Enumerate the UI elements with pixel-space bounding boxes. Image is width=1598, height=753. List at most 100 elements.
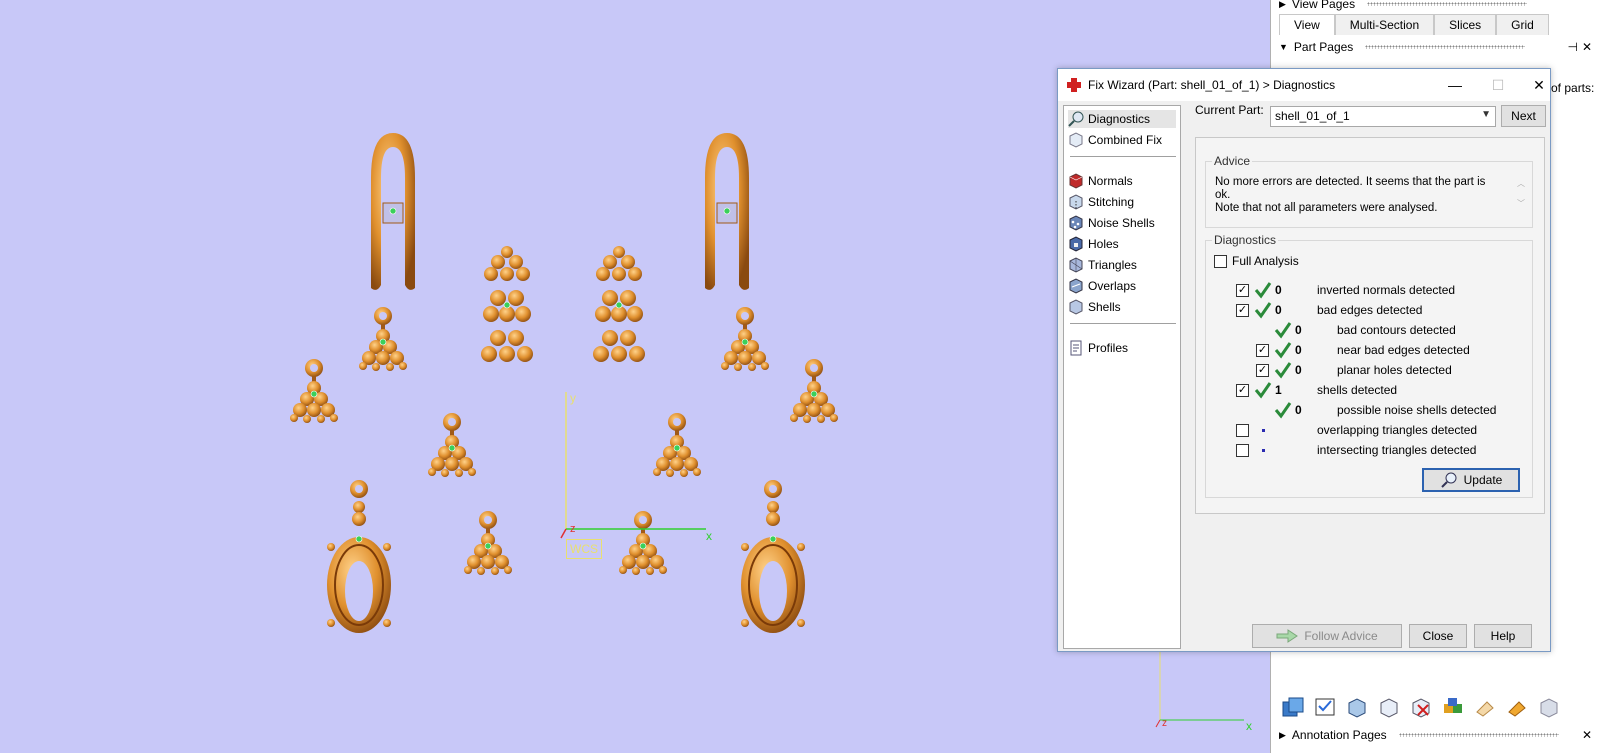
annotation-icon[interactable] — [1471, 694, 1499, 720]
grip-dots — [1365, 45, 1526, 49]
nav-stitching[interactable]: Stitching — [1068, 193, 1134, 211]
checklist-icon[interactable] — [1311, 694, 1339, 720]
full-analysis-label: Full Analysis — [1232, 254, 1299, 268]
pendant-part[interactable] — [789, 358, 839, 424]
cluster-part-right[interactable] — [592, 245, 646, 363]
tab-view[interactable]: View — [1279, 14, 1335, 35]
pendant-part[interactable] — [720, 306, 770, 372]
nav-shells[interactable]: Shells — [1068, 298, 1121, 316]
bad-edges-checkbox[interactable]: ✓ — [1236, 304, 1249, 317]
nav-normals[interactable]: Normals — [1068, 172, 1133, 190]
shells-checkbox[interactable]: ✓ — [1236, 384, 1249, 397]
chevron-down-icon: ▼ — [1481, 109, 1491, 120]
annotation-pages-header[interactable]: ▶ Annotation Pages — [1279, 726, 1559, 744]
fix-wizard-dialog: Fix Wizard (Part: shell_01_of_1) > Diagn… — [1057, 68, 1551, 652]
pendant-part[interactable] — [618, 510, 668, 576]
view-pages-header[interactable]: ▶ View Pages — [1279, 0, 1528, 13]
next-button[interactable]: Next — [1501, 105, 1546, 127]
part-pages-header[interactable]: ▼ Part Pages — [1279, 38, 1526, 56]
noise-shells-count: 0 — [1295, 403, 1302, 417]
planar-holes-label: planar holes detected — [1337, 363, 1452, 377]
close-icon[interactable]: ✕ — [1582, 40, 1592, 54]
bail-part-right[interactable] — [704, 132, 750, 291]
check-ok-icon — [1254, 382, 1272, 399]
dialog-title: Fix Wizard (Part: shell_01_of_1) > Diagn… — [1088, 78, 1336, 92]
close-button[interactable]: Close — [1409, 624, 1467, 648]
overlaps-icon — [1069, 278, 1083, 294]
advice-title: Advice — [1212, 154, 1253, 168]
nav-overlaps[interactable]: Overlaps — [1068, 277, 1136, 295]
close-window-button[interactable]: ✕ — [1524, 75, 1554, 95]
nav-triangles[interactable]: Triangles — [1068, 256, 1137, 274]
profiles-icon — [1070, 340, 1082, 356]
nav-diagnostics[interactable]: Diagnostics — [1068, 110, 1176, 128]
grip-dots — [1398, 733, 1559, 737]
pending-dot-icon — [1262, 429, 1265, 432]
maximize-button[interactable]: ☐ — [1483, 75, 1513, 95]
near-bad-edges-checkbox[interactable]: ✓ — [1256, 344, 1269, 357]
diagnostics-panel: Advice No more errors are detected. It s… — [1195, 137, 1545, 514]
tab-grid[interactable]: Grid — [1496, 14, 1549, 35]
bad-contours-label: bad contours detected — [1337, 323, 1456, 337]
pendant-part[interactable] — [289, 358, 339, 424]
planar-holes-checkbox[interactable]: ✓ — [1256, 364, 1269, 377]
pendant-part[interactable] — [652, 412, 702, 478]
oval-part-right[interactable] — [740, 479, 806, 634]
dialog-titlebar[interactable]: Fix Wizard (Part: shell_01_of_1) > Diagn… — [1058, 69, 1550, 101]
oval-part-left[interactable] — [326, 479, 392, 634]
overlapping-triangles-checkbox[interactable] — [1236, 424, 1249, 437]
cube-icon[interactable] — [1343, 694, 1371, 720]
full-analysis-checkbox[interactable] — [1214, 255, 1227, 268]
pendant-part[interactable] — [463, 510, 513, 576]
select-all-parts-icon[interactable] — [1279, 694, 1307, 720]
arrow-right-icon — [1276, 629, 1299, 643]
annotation-edit-icon[interactable] — [1503, 694, 1531, 720]
cube-outline-icon[interactable] — [1375, 694, 1403, 720]
pending-dot-icon — [1262, 449, 1265, 452]
nav-combined-fix[interactable]: Combined Fix — [1068, 131, 1162, 149]
update-button[interactable]: Update — [1422, 468, 1520, 492]
shells-count: 1 — [1275, 383, 1282, 397]
advice-group: Advice No more errors are detected. It s… — [1205, 154, 1533, 228]
check-ok-icon — [1274, 362, 1292, 379]
bad-edges-count: 0 — [1275, 303, 1282, 317]
close-icon[interactable]: ✕ — [1582, 728, 1592, 742]
collapse-triangle-icon: ▼ — [1279, 42, 1288, 52]
follow-advice-button[interactable]: Follow Advice — [1252, 624, 1402, 648]
bail-part-left[interactable] — [370, 132, 416, 291]
nav-profiles[interactable]: Profiles — [1068, 339, 1128, 357]
nav-noise-shells[interactable]: Noise Shells — [1068, 214, 1155, 232]
minimize-button[interactable]: — — [1440, 75, 1470, 95]
intersecting-triangles-checkbox[interactable] — [1236, 444, 1249, 457]
part-settings-icon[interactable] — [1535, 694, 1563, 720]
axis-x-label: x — [706, 529, 712, 543]
advice-line-2: Note that not all parameters were analys… — [1215, 202, 1438, 214]
pendant-part[interactable] — [427, 412, 477, 478]
nav-holes[interactable]: Holes — [1068, 235, 1119, 253]
help-button[interactable]: Help — [1474, 624, 1532, 648]
delete-part-icon[interactable] — [1407, 694, 1435, 720]
tab-slices[interactable]: Slices — [1434, 14, 1497, 35]
bad-edges-label: bad edges detected — [1317, 303, 1423, 317]
near-bad-edges-label: near bad edges detected — [1337, 343, 1470, 357]
pendant-part[interactable] — [358, 306, 408, 372]
intersecting-triangles-label: intersecting triangles detected — [1317, 443, 1477, 457]
advice-scrollbar[interactable]: ︿ ﹀ — [1514, 174, 1528, 218]
near-bad-edges-count: 0 — [1295, 343, 1302, 357]
color-parts-icon[interactable] — [1439, 694, 1467, 720]
current-part-select[interactable]: shell_01_of_1 ▼ — [1270, 106, 1496, 127]
pin-icon[interactable]: ⊣ — [1568, 40, 1578, 54]
advice-text: No more errors are detected. It seems th… — [1215, 176, 1503, 215]
check-ok-icon — [1254, 302, 1272, 319]
corner-axes: x z — [1155, 650, 1252, 733]
expand-triangle-icon: ▶ — [1279, 0, 1286, 9]
parts-count-label: of parts: 14 — [1551, 81, 1598, 95]
magnifier-icon — [1440, 472, 1457, 488]
normals-icon — [1069, 173, 1083, 189]
inverted-normals-checkbox[interactable]: ✓ — [1236, 284, 1249, 297]
part-toolbar — [1279, 694, 1563, 720]
shells-icon — [1069, 299, 1083, 315]
tab-multi-section[interactable]: Multi-Section — [1334, 14, 1435, 35]
noise-shells-icon — [1069, 215, 1083, 231]
cluster-part-left[interactable] — [480, 245, 534, 363]
